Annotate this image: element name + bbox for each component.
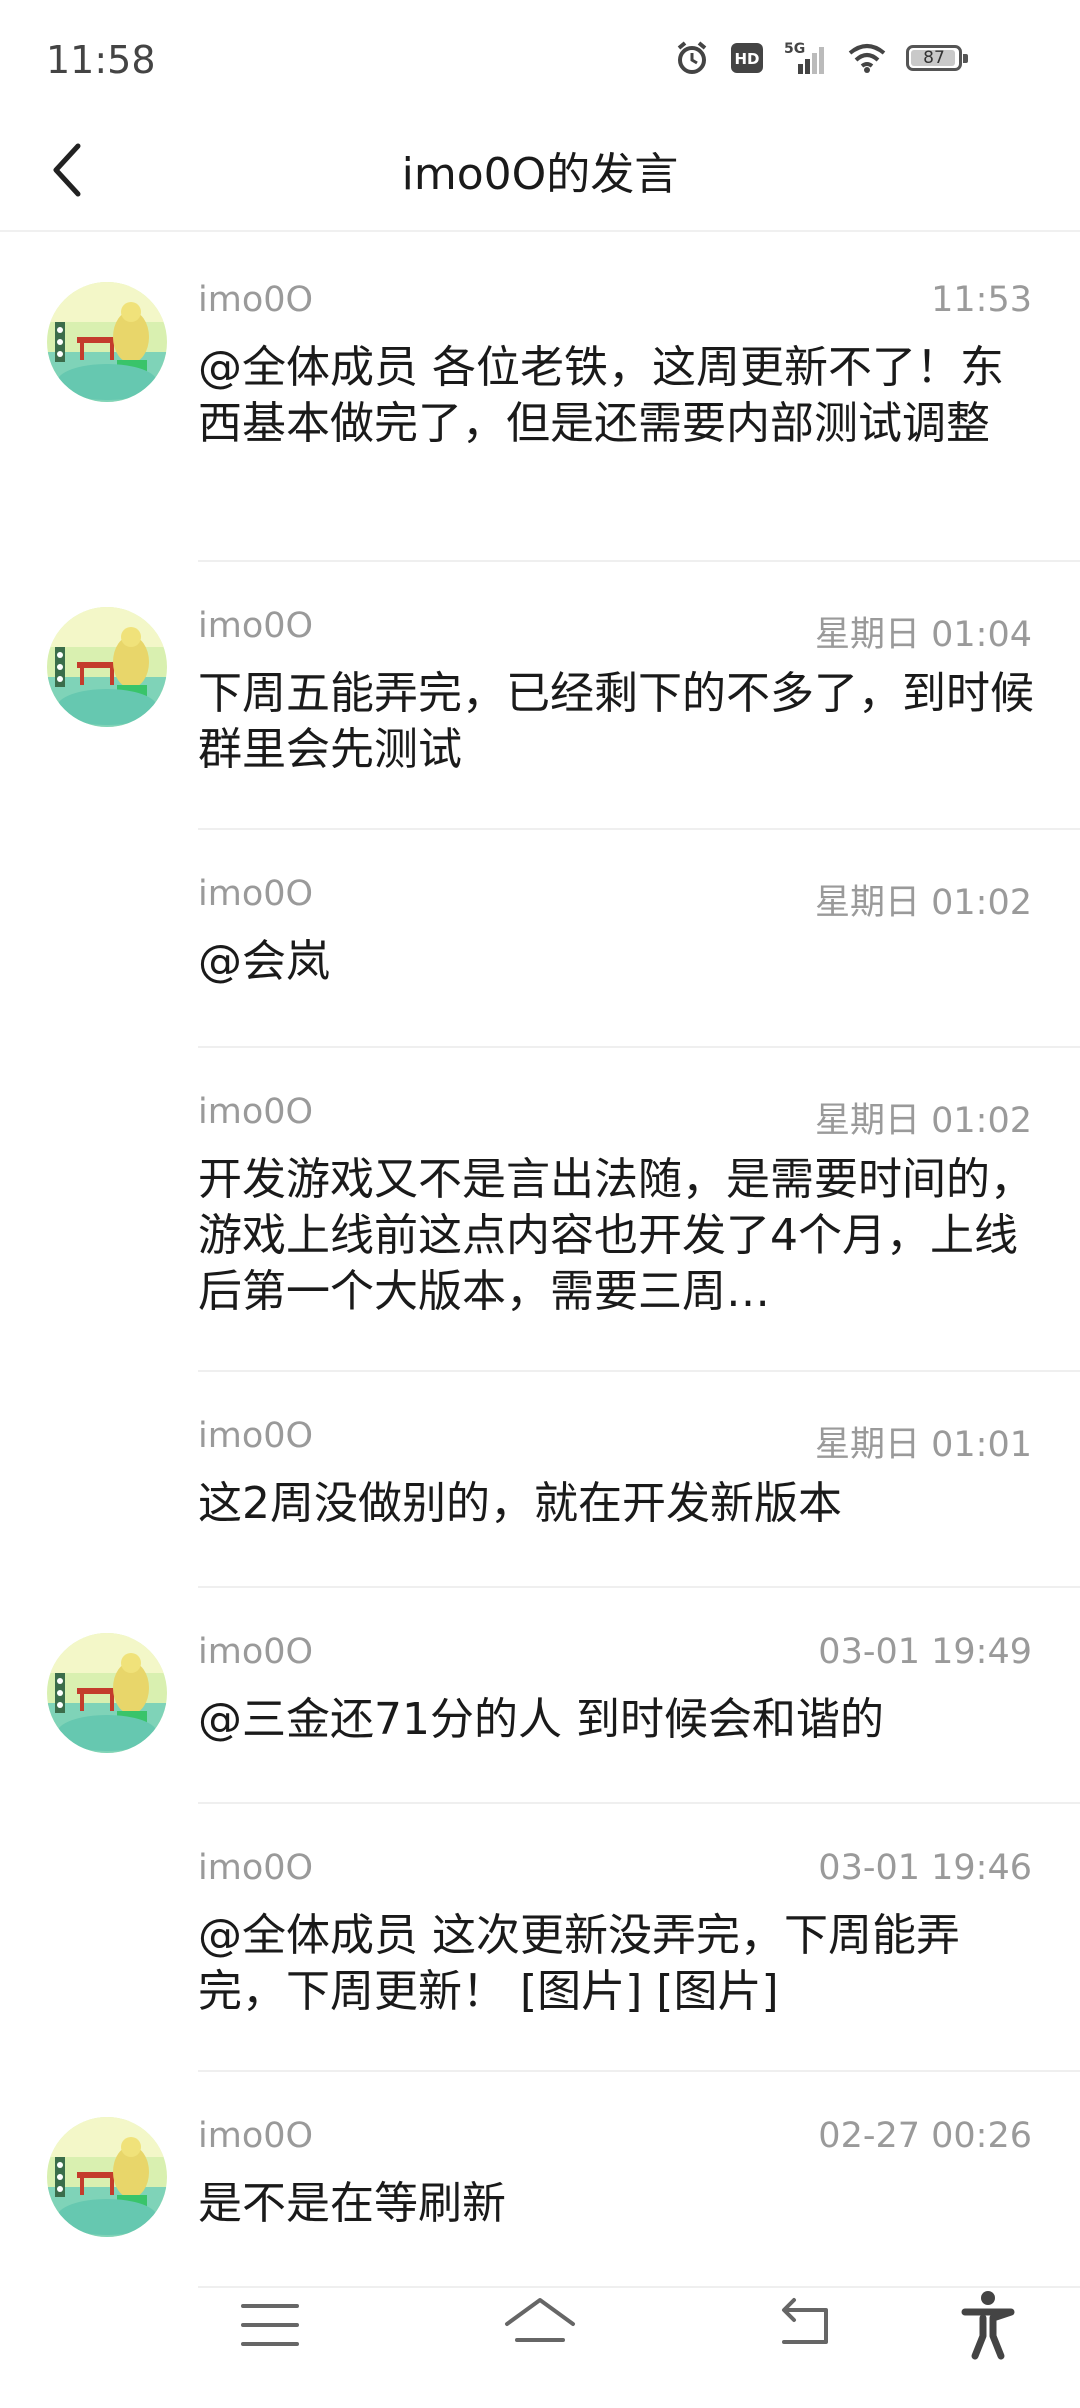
avatar[interactable] xyxy=(47,2117,167,2237)
message-time: 星期日 01:01 xyxy=(815,1425,1032,1465)
avatar[interactable] xyxy=(47,607,167,727)
status-icons: HD 5G 87 xyxy=(674,40,968,76)
alarm-icon xyxy=(674,40,710,76)
message-author: imo0O xyxy=(198,874,314,914)
message-author: imo0O xyxy=(198,1092,314,1132)
back-icon xyxy=(782,2298,828,2344)
message-time: 03-01 19:49 xyxy=(818,1632,1032,1672)
message-text: 是不是在等刷新 xyxy=(198,2178,506,2229)
avatar[interactable] xyxy=(47,282,167,402)
status-bar: 11:58 HD 5G 87 xyxy=(0,0,1080,110)
menu-icon xyxy=(241,2304,299,2346)
message-text: @全体成员 这次更新没弄完，下周能弄完，下周更新！ [图片] [图片] xyxy=(198,1910,960,2017)
message-author: imo0O xyxy=(198,280,314,320)
message-item[interactable]: imo0O 星期日 01:02 开发游戏又不是言出法随，是需要时间的，游戏上线前… xyxy=(0,1048,1080,1372)
message-author: imo0O xyxy=(198,606,314,646)
message-item[interactable]: imo0O 11:53 @全体成员 各位老铁，这周更新不了！东西基本做完了，但是… xyxy=(0,232,1080,562)
message-text: @全体成员 各位老铁，这周更新不了！东西基本做完了，但是还需要内部测试调整 xyxy=(198,342,1004,449)
message-text: @三金还71分的人 到时候会和谐的 xyxy=(198,1694,884,1745)
system-nav-bar xyxy=(0,2240,1080,2408)
battery-label: 87 xyxy=(923,48,945,68)
svg-text:HD: HD xyxy=(734,50,759,68)
message-time: 03-01 19:46 xyxy=(818,1848,1032,1888)
back-nav-button[interactable] xyxy=(760,2280,850,2370)
battery-icon: 87 xyxy=(906,45,968,71)
message-text: @会岚 xyxy=(198,936,330,987)
avatar[interactable] xyxy=(47,1633,167,1753)
svg-text:5G: 5G xyxy=(784,41,805,57)
message-item[interactable]: imo0O 星期日 01:02 @会岚 xyxy=(0,830,1080,1048)
message-text: 这2周没做别的，就在开发新版本 xyxy=(198,1478,842,1529)
message-time: 02-27 00:26 xyxy=(818,2116,1032,2156)
message-author: imo0O xyxy=(198,1416,314,1456)
page-title: imo0O的发言 xyxy=(401,149,679,200)
message-author: imo0O xyxy=(198,1632,314,1672)
message-item[interactable]: imo0O 星期日 01:04 下周五能弄完，已经剩下的不多了，到时候群里会先测… xyxy=(0,562,1080,830)
message-text: 开发游戏又不是言出法随，是需要时间的，游戏上线前这点内容也开发了4个月，上线后第… xyxy=(198,1154,1034,1317)
5g-signal-icon: 5G xyxy=(784,40,828,76)
message-author: imo0O xyxy=(198,2116,314,2156)
accessibility-icon xyxy=(961,2291,1015,2360)
accessibility-button[interactable] xyxy=(943,2280,1033,2370)
wifi-icon xyxy=(848,43,886,73)
home-icon xyxy=(505,2298,575,2342)
message-item[interactable]: imo0O 03-01 19:49 @三金还71分的人 到时候会和谐的 xyxy=(0,1588,1080,1804)
status-time: 11:58 xyxy=(46,38,156,82)
home-button[interactable] xyxy=(495,2280,585,2370)
message-time: 星期日 01:02 xyxy=(815,883,1032,923)
message-text: 下周五能弄完，已经剩下的不多了，到时候群里会先测试 xyxy=(198,668,1034,775)
app-header: imo0O的发言 xyxy=(0,110,1080,230)
message-item[interactable]: imo0O 星期日 01:01 这2周没做别的，就在开发新版本 xyxy=(0,1372,1080,1588)
menu-button[interactable] xyxy=(225,2280,315,2370)
message-item[interactable]: imo0O 03-01 19:46 @全体成员 这次更新没弄完，下周能弄完，下周… xyxy=(0,1804,1080,2072)
hd-icon: HD xyxy=(730,42,764,74)
message-time: 星期日 01:02 xyxy=(815,1101,1032,1141)
message-time: 星期日 01:04 xyxy=(815,615,1032,655)
message-time: 11:53 xyxy=(931,280,1032,320)
message-list[interactable]: imo0O 11:53 @全体成员 各位老铁，这周更新不了！东西基本做完了，但是… xyxy=(0,232,1080,2288)
message-author: imo0O xyxy=(198,1848,314,1888)
